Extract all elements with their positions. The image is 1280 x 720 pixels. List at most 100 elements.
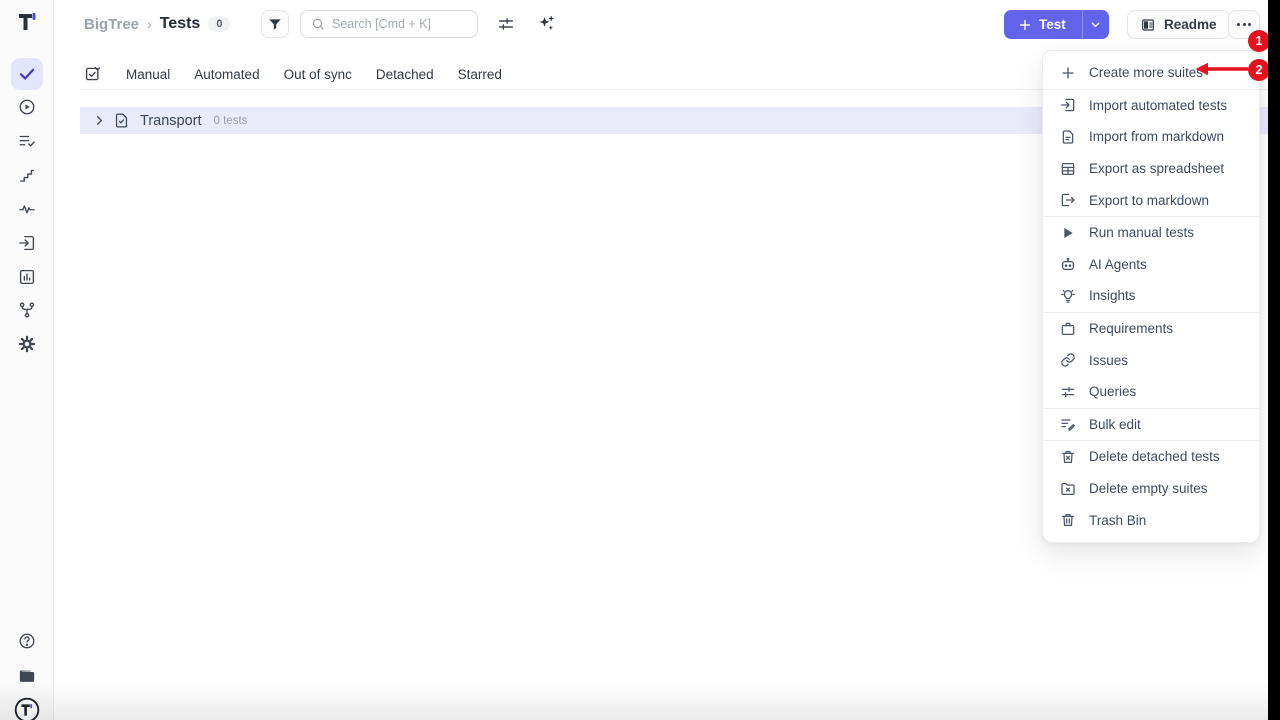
sidebar-item-analytics[interactable] xyxy=(18,200,36,218)
menu-item-label: Import automated tests xyxy=(1089,98,1227,113)
more-actions-menu: Create more suites Import automated test… xyxy=(1042,50,1260,543)
menu-item-requirements[interactable]: Requirements xyxy=(1043,313,1259,345)
chevron-down-icon xyxy=(1089,18,1102,31)
menu-item-label: Import from markdown xyxy=(1089,129,1224,144)
sidebar-item-account[interactable] xyxy=(14,697,40,720)
breadcrumb-separator: › xyxy=(147,16,152,32)
add-test-label: Test xyxy=(1039,17,1066,32)
plus-icon xyxy=(1060,65,1076,81)
menu-item-delete-empty-suites[interactable]: Delete empty suites xyxy=(1043,473,1259,505)
menu-item-label: Insights xyxy=(1089,288,1136,303)
menu-item-export-to-markdown[interactable]: Export to markdown xyxy=(1043,184,1259,216)
folder-x-icon xyxy=(1060,481,1076,497)
play-icon xyxy=(1060,225,1076,241)
spreadsheet-icon xyxy=(1060,161,1076,177)
check-icon xyxy=(18,65,36,83)
search-input[interactable]: Search [Cmd + K] xyxy=(300,10,478,38)
funnel-icon xyxy=(267,16,283,32)
sidebar-item-projects[interactable] xyxy=(17,666,36,685)
search-icon xyxy=(311,17,325,31)
ellipsis-icon xyxy=(1237,23,1240,26)
chevron-right-icon[interactable] xyxy=(92,113,107,128)
sidebar-item-steps[interactable] xyxy=(18,166,36,184)
menu-item-label: Queries xyxy=(1089,384,1136,399)
trash-x-icon xyxy=(1060,449,1076,465)
sliders-icon xyxy=(1060,384,1076,400)
menu-item-bulk-edit[interactable]: Bulk edit xyxy=(1043,409,1259,441)
page-title: Tests xyxy=(160,15,201,33)
menu-item-trash-bin[interactable]: Trash Bin xyxy=(1043,504,1259,536)
tab-detached[interactable]: Detached xyxy=(376,67,434,82)
tab-starred[interactable]: Starred xyxy=(458,67,502,82)
menu-item-delete-detached-tests[interactable]: Delete detached tests xyxy=(1043,441,1259,473)
pulse-icon xyxy=(18,200,36,218)
sidebar-item-import[interactable] xyxy=(18,234,36,252)
readme-button[interactable]: Readme xyxy=(1127,10,1230,39)
add-test-split-button: Test xyxy=(1004,10,1109,39)
breadcrumb-project[interactable]: BigTree xyxy=(84,16,139,33)
bottom-shadow xyxy=(0,682,1268,720)
tab-manual[interactable]: Manual xyxy=(126,67,170,82)
app-logo-icon[interactable] xyxy=(15,10,39,34)
menu-item-label: Export to markdown xyxy=(1089,193,1209,208)
list-check-icon xyxy=(18,132,36,150)
sidebar-item-settings[interactable] xyxy=(18,335,36,353)
tab-automated[interactable]: Automated xyxy=(194,67,259,82)
import-box-icon xyxy=(18,234,36,252)
file-text-icon xyxy=(1060,129,1076,145)
sidebar-item-plans[interactable] xyxy=(18,132,36,150)
select-edit-icon[interactable] xyxy=(84,65,102,83)
sidebar xyxy=(0,0,54,720)
suite-test-count: 0 tests xyxy=(214,115,248,127)
filter-button[interactable] xyxy=(261,10,289,38)
play-circle-icon xyxy=(18,98,36,116)
menu-item-run-manual-tests[interactable]: Run manual tests xyxy=(1043,217,1259,249)
edit-list-icon xyxy=(1060,416,1076,432)
menu-item-insights[interactable]: Insights xyxy=(1043,280,1259,312)
menu-item-label: Run manual tests xyxy=(1089,225,1194,240)
menu-item-ai-agents[interactable]: AI Agents xyxy=(1043,249,1259,281)
sidebar-item-reports[interactable] xyxy=(18,268,36,286)
gear-icon xyxy=(18,335,36,353)
menu-item-issues[interactable]: Issues xyxy=(1043,344,1259,376)
suite-name: Transport xyxy=(140,113,202,129)
menu-item-label: AI Agents xyxy=(1089,257,1147,272)
sparkles-icon xyxy=(537,14,556,33)
sidebar-item-runs[interactable] xyxy=(18,98,36,116)
menu-item-import-automated-tests[interactable]: Import automated tests xyxy=(1043,90,1259,122)
tests-count-badge: 0 xyxy=(208,16,230,32)
tab-bar: Manual Automated Out of sync Detached St… xyxy=(84,60,502,88)
trash-icon xyxy=(1060,512,1076,528)
tab-out-of-sync[interactable]: Out of sync xyxy=(284,67,352,82)
readme-label: Readme xyxy=(1164,17,1217,32)
menu-item-label: Bulk edit xyxy=(1089,417,1141,432)
sidebar-item-branches[interactable] xyxy=(18,301,36,319)
menu-item-import-from-markdown[interactable]: Import from markdown xyxy=(1043,121,1259,153)
bar-chart-icon xyxy=(18,268,36,286)
add-test-dropdown-button[interactable] xyxy=(1082,10,1109,39)
import-box-icon xyxy=(1060,97,1076,113)
app-window: BigTree › Tests 0 Search [Cmd + K] Test … xyxy=(0,0,1268,720)
ai-assistant-button[interactable] xyxy=(537,14,556,33)
breadcrumb: BigTree › Tests 0 xyxy=(84,12,230,36)
folder-icon xyxy=(17,666,36,685)
link-icon xyxy=(1060,352,1076,368)
sidebar-item-help[interactable] xyxy=(18,632,36,650)
add-test-button[interactable]: Test xyxy=(1004,10,1082,39)
menu-item-label: Delete empty suites xyxy=(1089,481,1208,496)
git-fork-icon xyxy=(18,301,36,319)
menu-item-export-as-spreadsheet[interactable]: Export as spreadsheet xyxy=(1043,153,1259,185)
menu-item-label: Requirements xyxy=(1089,321,1173,336)
annotation-step-2-badge: 2 xyxy=(1248,59,1268,81)
robot-icon xyxy=(1060,256,1076,272)
stairs-icon xyxy=(18,166,36,184)
view-settings-button[interactable] xyxy=(497,15,515,33)
menu-item-label: Trash Bin xyxy=(1089,513,1146,528)
lightbulb-icon xyxy=(1060,288,1076,304)
sliders-icon xyxy=(497,15,515,33)
briefcase-icon xyxy=(1060,321,1076,337)
sidebar-item-tests[interactable] xyxy=(11,58,43,90)
menu-item-queries[interactable]: Queries xyxy=(1043,376,1259,408)
readme-icon xyxy=(1140,17,1156,33)
menu-item-label: Delete detached tests xyxy=(1089,449,1220,464)
